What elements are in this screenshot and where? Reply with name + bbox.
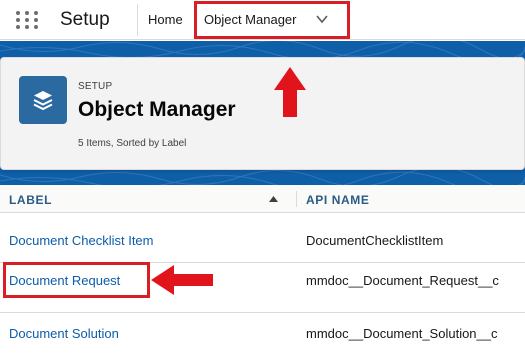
arrow-up-annotation (274, 67, 306, 117)
column-header-label[interactable]: LABEL (9, 193, 52, 207)
arrow-left-annotation (151, 265, 213, 295)
item-count: 5 Items, Sorted by Label (78, 138, 187, 149)
api-name-cell: DocumentChecklistItem (306, 233, 444, 248)
api-name-cell: mmdoc__Document_Solution__c (306, 326, 498, 341)
nav-divider (137, 4, 138, 36)
table-row: Document Checklist Item DocumentChecklis… (0, 213, 525, 263)
object-manager-icon (19, 76, 67, 124)
page-header-card: SETUP Object Manager 5 Items, Sorted by … (0, 57, 525, 170)
api-name-cell: mmdoc__Document_Request__c (306, 273, 499, 288)
nav-tab-home[interactable]: Home (148, 12, 183, 27)
layers-icon (33, 91, 53, 111)
app-title: Setup (60, 9, 110, 30)
highlight-box-object-manager (194, 1, 350, 39)
object-link[interactable]: Document Solution (9, 326, 119, 341)
table-header-row: LABEL API NAME (0, 185, 525, 213)
sort-ascending-icon[interactable] (269, 196, 278, 202)
page-eyebrow: SETUP (78, 81, 113, 92)
column-header-api-name[interactable]: API NAME (306, 193, 369, 207)
object-link[interactable]: Document Checklist Item (9, 233, 154, 248)
app-launcher-icon[interactable] (16, 11, 38, 30)
highlight-box-document-request (3, 262, 150, 298)
page-title: Object Manager (78, 98, 236, 121)
table-row: Document Solution mmdoc__Document_Soluti… (0, 313, 525, 359)
column-divider (296, 191, 297, 207)
